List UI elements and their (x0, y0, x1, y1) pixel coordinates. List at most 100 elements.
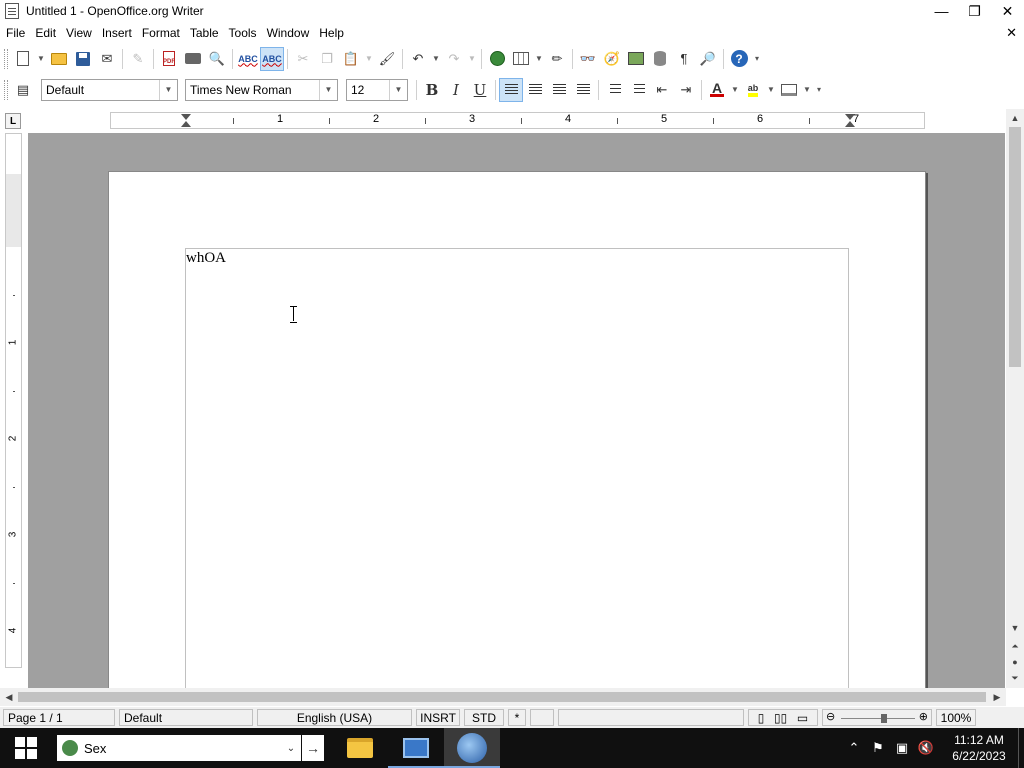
font-size-combo[interactable]: 12 ▼ (346, 78, 408, 101)
language-indicator[interactable]: English (USA) (257, 709, 412, 726)
menu-help[interactable]: Help (314, 26, 349, 40)
print-button[interactable] (181, 47, 205, 71)
toolbar-options-icon[interactable]: ▾ (751, 47, 763, 71)
new-dropdown-icon[interactable]: ▼ (35, 47, 47, 71)
align-left-button[interactable] (499, 77, 523, 102)
show-hidden-icons-icon[interactable]: ⌃ (842, 740, 866, 756)
zoom-button[interactable]: 🔎 (696, 47, 720, 71)
save-button[interactable] (71, 47, 95, 71)
toolbar-grip[interactable] (4, 79, 8, 100)
vertical-scrollbar[interactable]: ▲ ▼ ⏶ ● ⏷ (1006, 109, 1024, 688)
highlighting-button[interactable]: ab (741, 78, 765, 102)
scroll-down-icon[interactable]: ▼ (1006, 621, 1024, 635)
selection-mode-indicator[interactable]: STD (464, 709, 504, 726)
decrease-indent-button[interactable]: ⇤ (650, 78, 674, 102)
zoom-level[interactable]: 100% (936, 709, 976, 726)
menu-insert[interactable]: Insert (97, 26, 137, 40)
document-text[interactable]: whOA (186, 250, 226, 267)
document-page[interactable]: whOA (108, 171, 926, 688)
align-right-button[interactable] (547, 78, 571, 102)
underline-button[interactable]: U (468, 78, 492, 102)
zoom-slider[interactable]: ⊖ ⊕ (822, 709, 932, 726)
paste-button[interactable]: 📋 (339, 47, 363, 71)
justify-button[interactable] (571, 78, 595, 102)
bold-button[interactable]: B (420, 78, 444, 102)
menu-window[interactable]: Window (262, 26, 315, 40)
cut-button[interactable]: ✂ (291, 47, 315, 71)
start-button[interactable] (0, 728, 52, 768)
redo-button[interactable]: ↷ (442, 47, 466, 71)
indent-marker-icon[interactable] (181, 114, 191, 127)
help-button[interactable]: ? (727, 47, 751, 71)
control-panel-taskbar-button[interactable] (388, 728, 444, 768)
styles-formatting-button[interactable]: ▤ (11, 78, 35, 102)
scroll-right-icon[interactable]: ▶ (990, 688, 1004, 706)
page-style-indicator[interactable]: Default (119, 709, 253, 726)
edit-file-button[interactable]: ✎ (126, 47, 150, 71)
find-replace-button[interactable]: 👓 (576, 47, 600, 71)
zoom-out-icon[interactable]: ⊖ (826, 710, 835, 723)
openoffice-taskbar-button[interactable] (444, 728, 500, 768)
insert-table-button[interactable] (509, 47, 533, 71)
scroll-up-icon[interactable]: ▲ (1006, 111, 1024, 125)
font-name-combo[interactable]: Times New Roman ▼ (185, 78, 338, 101)
align-center-button[interactable] (523, 78, 547, 102)
clock[interactable]: 11:12 AM 6/22/2023 (944, 732, 1014, 764)
taskbar-search[interactable]: Sex ⌄ (57, 735, 301, 761)
scroll-left-icon[interactable]: ◀ (2, 688, 16, 706)
search-go-button[interactable]: → (302, 735, 324, 761)
spellcheck-button[interactable]: ABC (236, 47, 260, 71)
book-view-icon[interactable]: ▭ (797, 711, 808, 725)
zoom-in-icon[interactable]: ⊕ (919, 710, 928, 723)
undo-button[interactable]: ↶ (406, 47, 430, 71)
data-sources-button[interactable] (648, 47, 672, 71)
open-button[interactable] (47, 47, 71, 71)
undo-dropdown-icon[interactable]: ▼ (430, 47, 442, 71)
background-dropdown-icon[interactable]: ▼ (801, 78, 813, 102)
right-indent-marker-icon[interactable] (845, 114, 855, 127)
email-document-button[interactable]: ✉ (95, 47, 119, 71)
background-color-button[interactable] (777, 78, 801, 102)
menu-format[interactable]: Format (137, 26, 185, 40)
toolbar-grip[interactable] (4, 48, 8, 69)
gallery-button[interactable] (624, 47, 648, 71)
show-desktop-button[interactable] (1018, 728, 1024, 768)
page-preview-button[interactable]: 🔍 (205, 47, 229, 71)
new-document-button[interactable] (11, 47, 35, 71)
clone-formatting-button[interactable]: 🖌 (375, 47, 399, 71)
menu-view[interactable]: View (61, 26, 97, 40)
multi-page-view-icon[interactable]: ▯▯ (774, 711, 787, 725)
previous-page-icon[interactable]: ⏶ (1006, 639, 1024, 653)
menu-table[interactable]: Table (185, 26, 224, 40)
insert-mode-indicator[interactable]: INSRT (416, 709, 460, 726)
restore-button[interactable]: ❐ (958, 0, 991, 22)
speaker-muted-icon[interactable]: 🔇 (914, 740, 938, 756)
menu-tools[interactable]: Tools (224, 26, 262, 40)
navigation-icon[interactable]: ● (1006, 655, 1024, 669)
zoom-knob[interactable] (881, 714, 887, 723)
search-input[interactable]: Sex (84, 741, 281, 756)
menu-file[interactable]: File (0, 26, 30, 40)
toolbar-options-icon[interactable]: ▾ (813, 78, 825, 102)
scrollbar-thumb[interactable] (1009, 127, 1021, 367)
menu-edit[interactable]: Edit (30, 26, 61, 40)
horizontal-ruler[interactable]: 1 2 3 4 5 6 7 (110, 112, 925, 129)
minimize-button[interactable]: — (925, 0, 958, 22)
export-pdf-button[interactable]: PDF (157, 47, 181, 71)
chevron-down-icon[interactable]: ⌄ (281, 743, 301, 754)
network-icon[interactable]: ▣ (890, 740, 914, 756)
single-page-view-icon[interactable]: ▯ (758, 711, 765, 725)
close-button[interactable]: ✕ (991, 0, 1024, 22)
font-color-dropdown-icon[interactable]: ▼ (729, 78, 741, 102)
vertical-ruler[interactable]: 1 2 3 4 (5, 133, 22, 668)
increase-indent-button[interactable]: ⇥ (674, 78, 698, 102)
chevron-down-icon[interactable]: ▼ (319, 79, 337, 100)
digital-signature-indicator[interactable] (530, 709, 554, 726)
paragraph-style-combo[interactable]: Default ▼ (41, 78, 178, 101)
paste-dropdown-icon[interactable]: ▼ (363, 47, 375, 71)
horizontal-scrollbar[interactable]: ◀ ▶ (0, 688, 1006, 706)
bullets-button[interactable] (626, 78, 650, 102)
highlighting-dropdown-icon[interactable]: ▼ (765, 78, 777, 102)
formatting-marks-button[interactable]: ¶ (672, 47, 696, 71)
numbering-button[interactable] (602, 78, 626, 102)
